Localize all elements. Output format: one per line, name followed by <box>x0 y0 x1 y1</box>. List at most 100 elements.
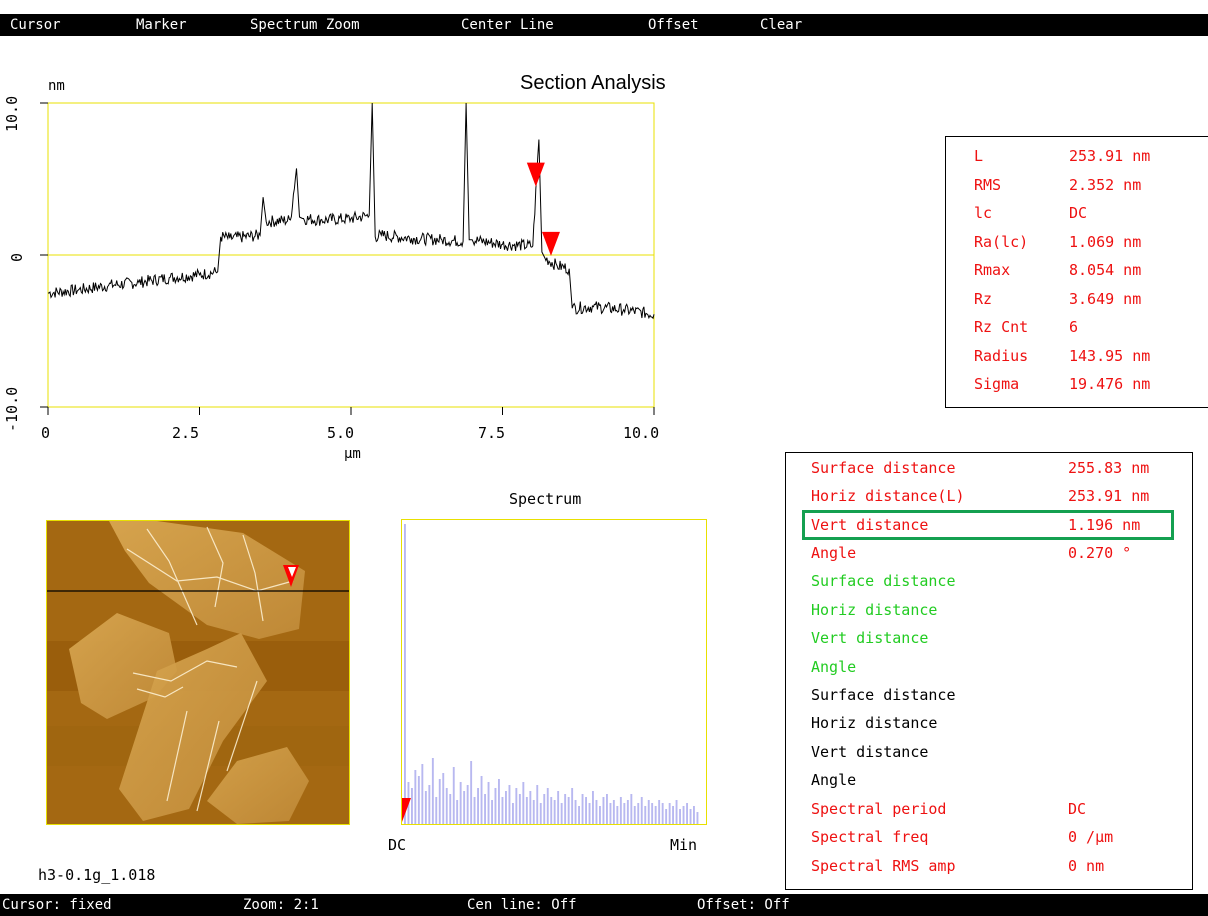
spectrum-bar <box>574 800 577 824</box>
status-cen-line: Cen line: Off <box>467 897 577 913</box>
meas-green-label: Surface distance <box>811 572 956 590</box>
spectrum-bar <box>480 776 483 824</box>
spectrum-frame[interactable] <box>401 519 707 825</box>
status-zoom: Zoom: 2:1 <box>243 897 319 913</box>
spectrum-bar <box>515 788 518 824</box>
stat-label: Rmax <box>974 261 1011 279</box>
spectrum-bar <box>512 803 514 824</box>
spectrum-bar <box>696 812 699 824</box>
spectral-label: Spectral period <box>811 800 947 818</box>
menu-clear[interactable]: Clear <box>760 14 802 36</box>
stat-value: 253.91 nm <box>1069 147 1151 165</box>
menu-spectrum-zoom[interactable]: Spectrum Zoom <box>250 14 360 36</box>
image-filename: h3-0.1g_1.018 <box>38 866 156 884</box>
menu-marker[interactable]: Marker <box>136 14 187 36</box>
menu-cursor[interactable]: Cursor <box>10 14 61 36</box>
spectrum-bar <box>616 806 619 824</box>
spectrum-bar <box>640 797 643 824</box>
meas-red-value: 255.83 nm <box>1068 459 1150 477</box>
spectral-value: DC <box>1068 800 1087 818</box>
spectrum-dc-label: DC <box>388 836 407 854</box>
status-offset: Offset: Off <box>697 897 790 913</box>
stat-label: Radius <box>974 347 1029 365</box>
stat-value: 19.476 nm <box>1069 375 1151 393</box>
spectrum-bar <box>686 803 688 824</box>
meas-red-value: 0.270 ° <box>1068 544 1132 562</box>
spectrum-bar <box>668 803 671 824</box>
x-tick-7-5: 7.5 <box>478 424 506 442</box>
spectrum-bar <box>619 797 622 824</box>
spectrum-chart <box>402 524 699 824</box>
spectrum-bar <box>463 791 466 824</box>
stat-label: Rz Cnt <box>974 318 1029 336</box>
spectrum-bar <box>424 791 427 824</box>
meas-green-label: Angle <box>811 658 857 676</box>
spectrum-bar <box>438 779 441 824</box>
spectrum-bar <box>609 803 612 824</box>
spectrum-bar <box>414 770 417 824</box>
stat-label: Ra(lc) <box>974 233 1029 251</box>
spectrum-bar <box>473 797 476 824</box>
meas-black-label: Angle <box>811 771 857 789</box>
meas-red-label: Vert distance <box>811 516 929 534</box>
spectrum-bar <box>546 788 549 824</box>
spectrum-bar <box>588 803 591 824</box>
stat-value: 6 <box>1069 318 1079 336</box>
spectrum-bar <box>442 773 445 824</box>
spectrum-bar <box>466 785 469 824</box>
spectrum-bar <box>539 803 542 824</box>
spectrum-bar <box>654 806 657 824</box>
spectrum-bar <box>435 797 438 824</box>
spectral-label: Spectral RMS amp <box>811 857 956 875</box>
y-tick-bottom: -10.0 <box>3 386 21 432</box>
spectrum-bar <box>592 791 594 824</box>
stat-value: 2.352 nm <box>1069 176 1142 194</box>
meas-green-label: Vert distance <box>811 629 929 647</box>
spectrum-bar <box>456 800 459 824</box>
spectrum-bar <box>564 794 567 824</box>
menu-center-line[interactable]: Center Line <box>461 14 554 36</box>
spectrum-bar <box>525 797 528 824</box>
spectrum-bar <box>682 806 685 824</box>
spectrum-bar <box>661 803 664 824</box>
menu-offset[interactable]: Offset <box>648 14 699 36</box>
spectrum-bar <box>518 794 521 824</box>
section-chart[interactable] <box>34 96 664 418</box>
spectrum-bar <box>522 782 525 824</box>
spectrum-bar <box>431 758 434 824</box>
spectral-value: 0 nm <box>1068 857 1105 875</box>
meas-red-value: 1.196 nm <box>1068 516 1141 534</box>
spectrum-bar <box>679 809 681 824</box>
spectrum-bar <box>470 761 473 824</box>
x-tick-2-5: 2.5 <box>172 424 200 442</box>
spectrum-bar <box>529 791 532 824</box>
spectrum-marker-icon <box>402 798 411 822</box>
stat-label: Rz <box>974 290 993 308</box>
x-tick-0: 0 <box>41 424 51 442</box>
section-title: Section Analysis <box>520 72 666 94</box>
spectrum-bar <box>581 794 584 824</box>
spectrum-bar <box>484 794 486 824</box>
spectrum-bar <box>637 803 640 824</box>
y-axis-ticks <box>40 102 48 408</box>
spectrum-bar <box>560 803 563 824</box>
spectrum-bar <box>501 797 504 824</box>
spectrum-bar <box>630 794 633 824</box>
spectrum-bar <box>550 797 553 824</box>
meas-red-label: Angle <box>811 544 857 562</box>
spectrum-bar <box>675 800 678 824</box>
afm-height-image[interactable] <box>46 520 350 825</box>
stat-label: lc <box>974 204 993 222</box>
spectrum-bar <box>689 809 692 824</box>
spectrum-bar <box>543 794 546 824</box>
spectrum-bar <box>606 794 608 824</box>
x-axis-ticks <box>47 407 655 415</box>
spectrum-bar <box>536 785 539 824</box>
spectrum-bar <box>599 806 601 824</box>
menu-bar: Cursor Marker Spectrum Zoom Center Line … <box>0 14 1208 36</box>
meas-red-label: Surface distance <box>811 459 956 477</box>
spectrum-bar <box>658 800 661 824</box>
spectrum-title: Spectrum <box>509 490 582 508</box>
spectrum-bar <box>585 797 587 824</box>
spectrum-bar <box>508 785 511 824</box>
